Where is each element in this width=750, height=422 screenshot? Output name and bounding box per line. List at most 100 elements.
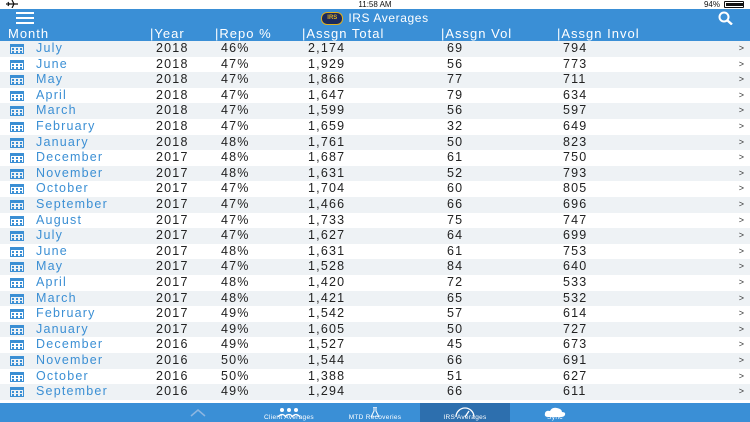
chevron-right-icon: > xyxy=(738,136,744,147)
table-row[interactable]: March 2018 47% 1,599 56 597 > xyxy=(0,103,750,119)
chevron-right-icon: > xyxy=(738,277,744,287)
calendar-icon xyxy=(10,184,24,195)
column-header-repo-percent[interactable]: |Repo % xyxy=(215,27,272,41)
cell-assgn-invol: 753 xyxy=(563,243,588,258)
column-header-year[interactable]: |Year xyxy=(150,27,185,41)
tab-sync[interactable]: Sync xyxy=(510,403,600,422)
cell-assgn-vol: 61 xyxy=(447,243,464,258)
cell-year: 2017 xyxy=(156,181,189,196)
cell-year: 2017 xyxy=(156,259,189,274)
table-row[interactable]: December 2016 49% 1,527 45 673 > xyxy=(0,337,750,353)
cell-year: 2017 xyxy=(156,197,189,211)
calendar-icon xyxy=(10,168,24,179)
cell-repo-percent: 47% xyxy=(221,197,250,211)
flask-icon xyxy=(334,404,416,418)
cell-month: February xyxy=(36,306,96,321)
table-row[interactable]: May 2017 47% 1,528 84 640 > xyxy=(0,259,750,275)
gauge-icon xyxy=(420,404,510,418)
cell-year: 2017 xyxy=(156,212,189,227)
cell-year: 2018 xyxy=(156,72,189,87)
cell-repo-percent: 47% xyxy=(221,103,250,118)
chevron-right-icon: > xyxy=(738,323,744,334)
cell-month: March xyxy=(36,290,77,305)
column-header-assgn-total[interactable]: |Assgn Total xyxy=(302,27,384,41)
cell-repo-percent: 47% xyxy=(221,87,250,102)
tab-label: MTD Recoveries xyxy=(348,414,402,421)
cell-assgn-vol: 57 xyxy=(447,306,464,321)
cell-assgn-total: 1,294 xyxy=(308,384,346,399)
table-row[interactable]: January 2018 48% 1,761 50 823 > xyxy=(0,134,750,151)
cell-year: 2018 xyxy=(156,119,189,133)
table-row[interactable]: March 2017 48% 1,421 65 532 > xyxy=(0,290,750,307)
column-header-assgn-invol[interactable]: |Assgn Invol xyxy=(557,27,640,41)
table-row[interactable]: November 2017 48% 1,631 52 793 > xyxy=(0,165,750,182)
tab-irs-averages[interactable]: IRS Averages xyxy=(420,403,510,422)
calendar-icon xyxy=(10,356,24,366)
tab-label: Client Averages xyxy=(264,414,314,421)
cell-assgn-vol: 50 xyxy=(447,134,464,149)
chevron-right-icon: > xyxy=(738,245,744,256)
cell-assgn-total: 1,466 xyxy=(308,197,346,211)
cell-year: 2016 xyxy=(156,384,189,399)
cell-assgn-total: 1,388 xyxy=(308,368,346,383)
table-row[interactable]: February 2018 47% 1,659 32 649 > xyxy=(0,119,750,135)
cell-assgn-invol: 699 xyxy=(563,228,588,243)
cell-year: 2017 xyxy=(156,228,189,243)
cell-repo-percent: 49% xyxy=(221,384,250,399)
cell-repo-percent: 49% xyxy=(221,306,250,321)
column-header-month[interactable]: Month xyxy=(8,27,49,41)
chevron-right-icon: > xyxy=(738,339,744,350)
cell-assgn-vol: 66 xyxy=(447,384,464,399)
cell-assgn-vol: 32 xyxy=(447,119,464,133)
table-row[interactable]: July 2017 47% 1,627 64 699 > xyxy=(0,228,750,244)
table-row[interactable]: May 2018 47% 1,866 77 711 > xyxy=(0,72,750,88)
tab-home[interactable] xyxy=(162,403,234,422)
table-row[interactable]: September 2017 47% 1,466 66 696 > xyxy=(0,197,750,213)
table-row[interactable]: June 2017 48% 1,631 61 753 > xyxy=(0,244,750,260)
averages-table[interactable]: July 2018 46% 2,174 69 794 > June 2018 47% 1,929 56… xyxy=(0,41,750,403)
table-row[interactable]: November 2016 50% 1,544 66 691 > xyxy=(0,353,750,369)
search-icon[interactable] xyxy=(718,11,734,26)
table-row[interactable]: December 2017 48% 1,687 61 750 > xyxy=(0,150,750,166)
chevron-right-icon: > xyxy=(738,74,744,85)
cell-assgn-invol: 696 xyxy=(563,197,588,211)
table-row[interactable]: October 2017 47% 1,704 60 805 > xyxy=(0,181,750,197)
cell-assgn-total: 1,527 xyxy=(308,337,346,352)
cell-repo-percent: 47% xyxy=(221,259,250,274)
table-row[interactable]: July 2018 46% 2,174 69 794 > xyxy=(0,41,750,57)
page-title: IRS IRS Averages xyxy=(0,9,750,27)
calendar-icon xyxy=(10,293,24,304)
cell-month: September xyxy=(36,197,108,211)
cell-assgn-vol: 64 xyxy=(447,228,464,243)
cell-month: December xyxy=(36,337,104,352)
cell-month: November xyxy=(36,353,104,367)
chevron-right-icon: > xyxy=(738,167,744,178)
cell-repo-percent: 47% xyxy=(221,228,250,243)
table-row[interactable]: June 2018 47% 1,929 56 773 > xyxy=(0,57,750,73)
cell-assgn-invol: 727 xyxy=(563,321,588,336)
cell-assgn-invol: 640 xyxy=(563,259,588,274)
cell-assgn-vol: 61 xyxy=(447,150,464,165)
table-row[interactable]: August 2017 47% 1,733 75 747 > xyxy=(0,213,750,229)
cell-year: 2017 xyxy=(156,243,189,258)
table-row[interactable]: October 2016 50% 1,388 51 627 > xyxy=(0,369,750,385)
table-row[interactable]: April 2018 47% 1,647 79 634 > xyxy=(0,88,750,104)
cell-assgn-total: 1,659 xyxy=(308,119,346,133)
chevron-right-icon: > xyxy=(738,386,744,397)
cell-assgn-invol: 649 xyxy=(563,119,588,133)
table-row[interactable]: April 2017 48% 1,420 72 533 > xyxy=(0,275,750,291)
cloud-icon xyxy=(510,404,600,417)
cell-repo-percent: 48% xyxy=(221,243,250,258)
tab-mtd-recoveries[interactable]: MTD Recoveries xyxy=(334,403,416,422)
table-row[interactable]: September 2016 49% 1,294 66 611 > xyxy=(0,384,750,400)
cell-month: November xyxy=(36,165,104,180)
cell-assgn-vol: 66 xyxy=(447,353,464,367)
cell-month: August xyxy=(36,212,83,227)
cell-month: September xyxy=(36,384,108,399)
cell-assgn-vol: 50 xyxy=(447,321,464,336)
table-row[interactable]: February 2017 49% 1,542 57 614 > xyxy=(0,306,750,322)
cell-repo-percent: 47% xyxy=(221,56,250,71)
table-row[interactable]: January 2017 49% 1,605 50 727 > xyxy=(0,321,750,338)
tab-client-averages[interactable]: Client Averages xyxy=(248,403,330,422)
column-header-assgn-vol[interactable]: |Assgn Vol xyxy=(441,27,512,41)
